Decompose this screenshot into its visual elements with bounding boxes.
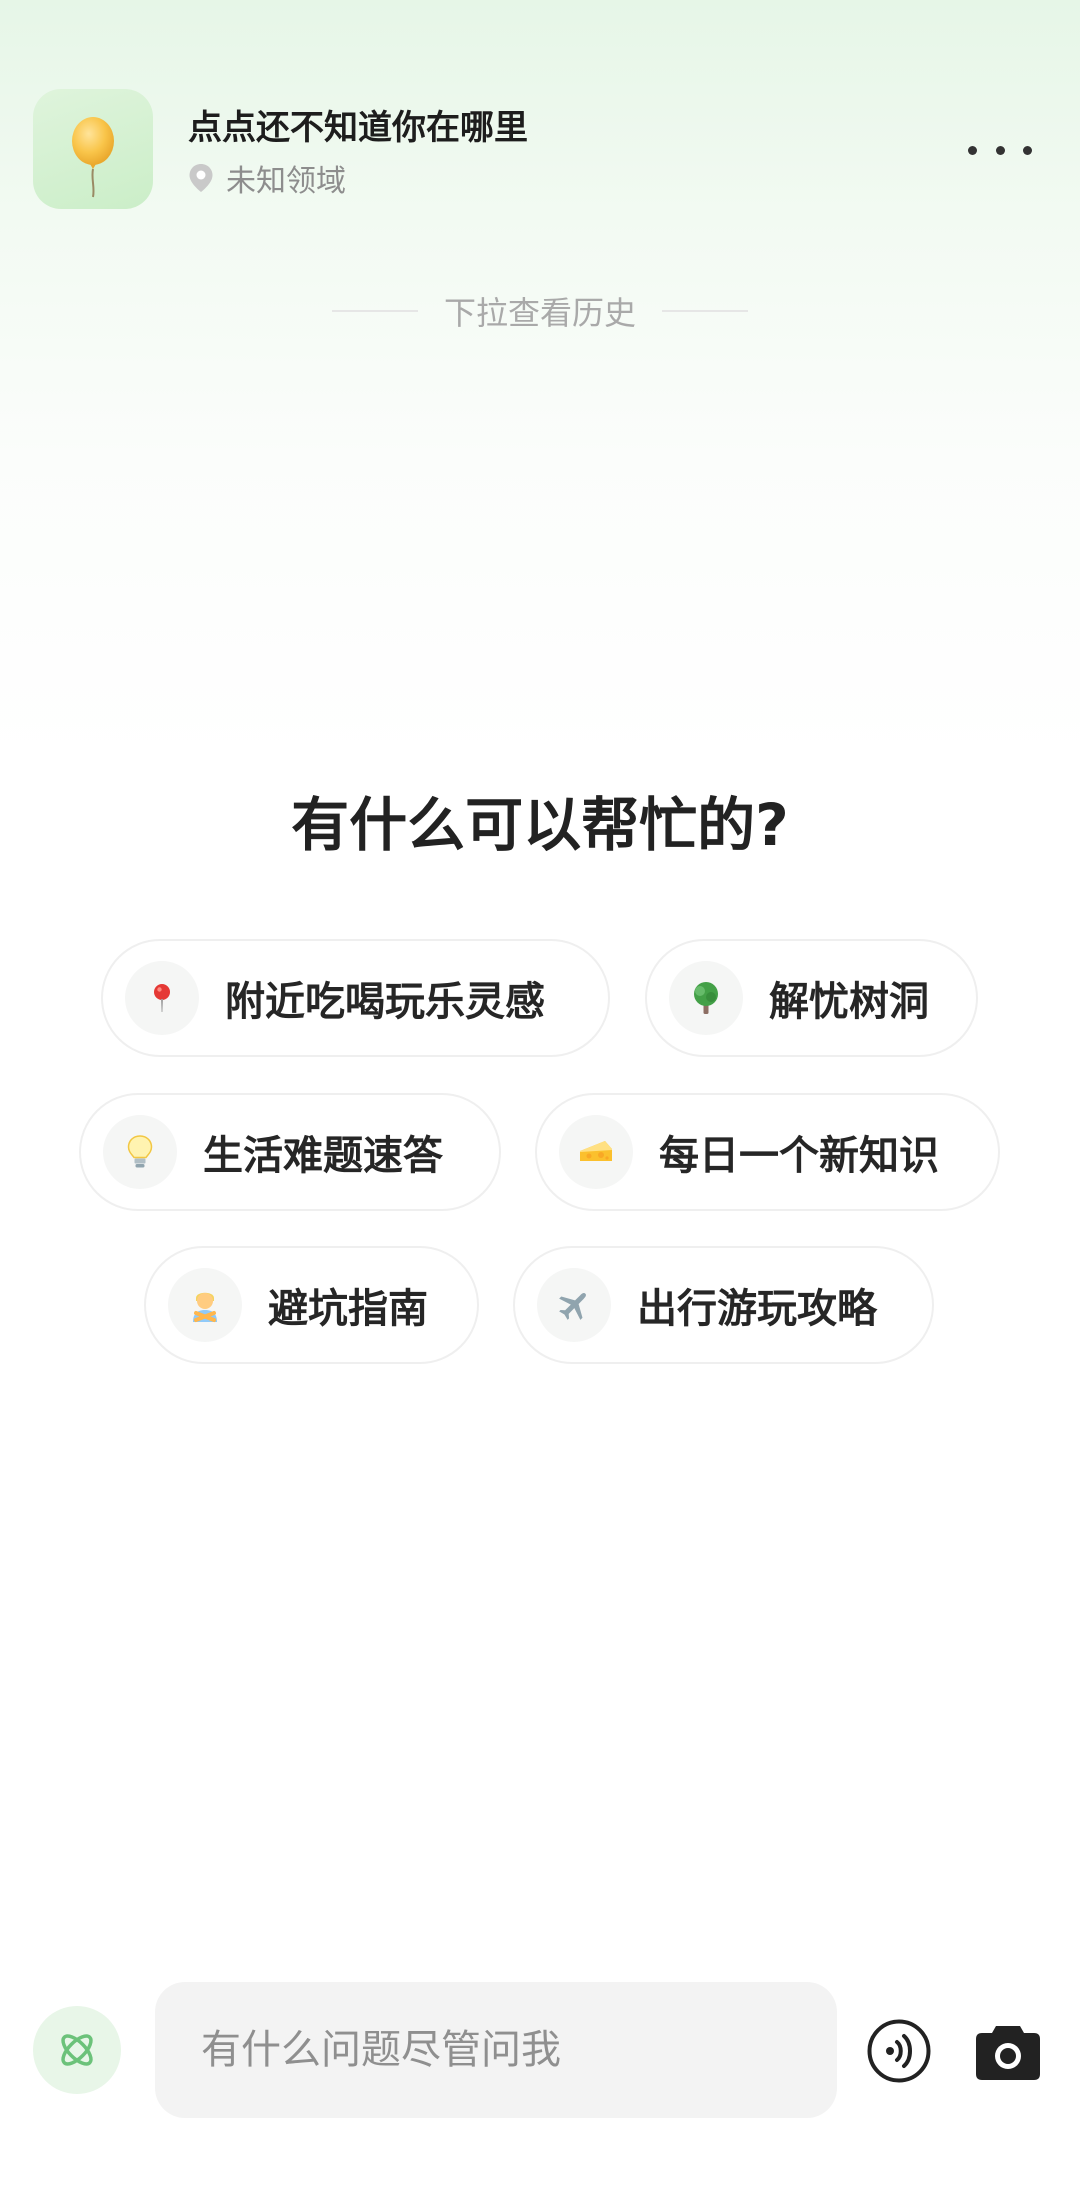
more-dot (995, 145, 1005, 155)
more-dot (1023, 145, 1032, 155)
suggestion-chip-avoid-pitfalls[interactable]: 避坑指南 (144, 1246, 479, 1364)
suggestion-label: 出行游玩攻略 (637, 1286, 877, 1332)
chat-input[interactable] (155, 1982, 837, 2118)
header: 点点还不知道你在哪里 未知领域 (0, 0, 1080, 260)
pin-icon (125, 961, 199, 1035)
airplane-icon (537, 1268, 611, 1342)
suggestion-chip-daily-knowledge[interactable]: 每日一个新知识 (535, 1093, 1000, 1211)
tree-icon (669, 961, 743, 1035)
suggestion-label: 避坑指南 (268, 1286, 428, 1332)
location-pin-icon (189, 164, 213, 192)
assistant-icon[interactable] (33, 2006, 121, 2094)
lightbulb-icon (103, 1115, 177, 1189)
pull-history-hint: 下拉查看历史 (0, 288, 1080, 334)
location-row[interactable]: 未知领域 (188, 158, 346, 199)
voice-icon[interactable] (866, 2018, 932, 2084)
suggestion-label: 解忧树洞 (769, 979, 929, 1025)
cheese-icon (559, 1115, 633, 1189)
suggestion-label: 每日一个新知识 (659, 1133, 939, 1179)
divider-line (331, 310, 418, 312)
divider-line (662, 310, 748, 312)
pull-history-text: 下拉查看历史 (443, 294, 636, 332)
header-title: 点点还不知道你在哪里 (188, 108, 528, 148)
more-dot (968, 145, 977, 155)
more-icon[interactable] (968, 128, 1032, 172)
suggestion-chip-travel-guide[interactable]: 出行游玩攻略 (513, 1246, 934, 1364)
suggestion-chip-nearby[interactable]: 附近吃喝玩乐灵感 (101, 939, 610, 1057)
app-logo (33, 89, 153, 209)
camera-icon[interactable] (974, 2018, 1042, 2084)
balloon-icon (72, 117, 114, 198)
suggestion-label: 生活难题速答 (203, 1133, 443, 1179)
person-crossed-arms-icon (168, 1268, 242, 1342)
suggestion-label: 附近吃喝玩乐灵感 (225, 979, 545, 1025)
suggestion-chip-tree-hole[interactable]: 解忧树洞 (645, 939, 978, 1057)
suggestion-chip-life-answers[interactable]: 生活难题速答 (79, 1093, 501, 1211)
main-title: 有什么可以帮忙的? (291, 791, 789, 859)
location-text: 未知领域 (226, 164, 346, 199)
